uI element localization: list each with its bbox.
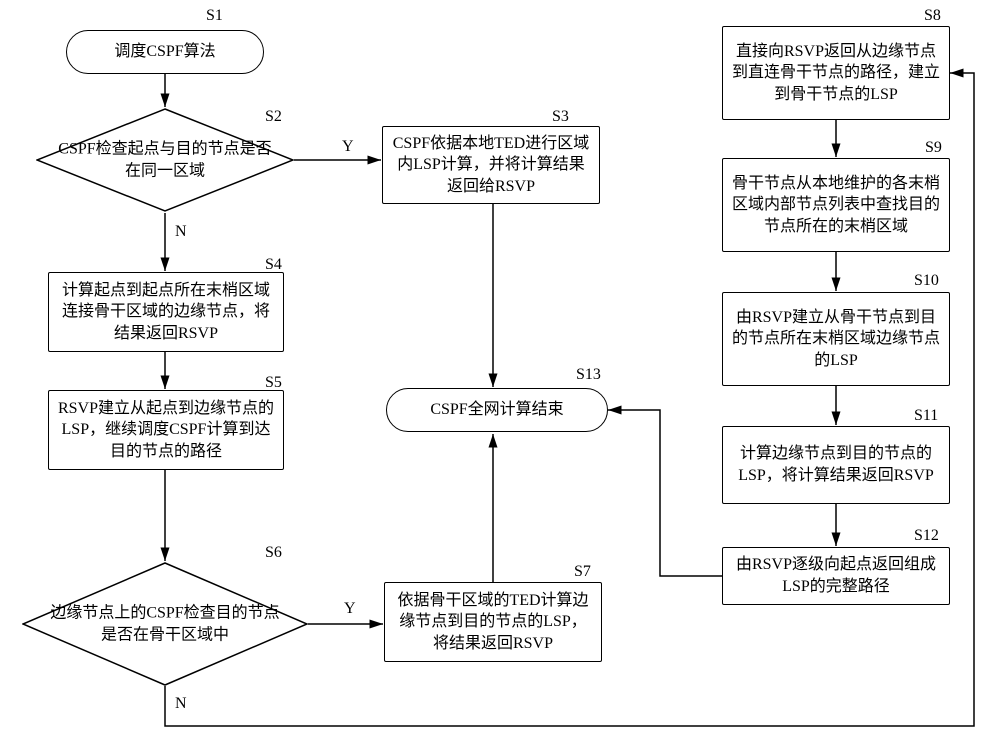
edge-s2-y: Y xyxy=(342,138,354,156)
node-s2-text: CSPF检查起点与目的节点是否在同一区域 xyxy=(55,138,274,181)
node-s4: 计算起点到起点所在末梢区域连接骨干区域的边缘节点，将结果返回RSVP xyxy=(48,272,284,352)
node-s6-text: 边缘节点上的CSPF检查目的节点是否在骨干区域中 xyxy=(43,602,286,645)
label-s12: S12 xyxy=(914,527,939,545)
node-s3: CSPF依据本地TED进行区域内LSP计算，并将计算结果返回给RSVP xyxy=(382,126,600,204)
node-s13-text: CSPF全网计算结束 xyxy=(430,399,563,421)
label-s3: S3 xyxy=(552,108,569,126)
node-s7: 依据骨干区域的TED计算边缘节点到目的节点的LSP，将结果返回RSVP xyxy=(384,582,602,662)
node-s11-text: 计算边缘节点到目的节点的LSP，将计算结果返回RSVP xyxy=(731,443,941,486)
label-s9: S9 xyxy=(925,139,942,157)
node-s13: CSPF全网计算结束 xyxy=(386,388,608,432)
edge-s6-y: Y xyxy=(344,600,356,618)
edge-s6-n: N xyxy=(175,695,187,713)
node-s8-text: 直接向RSVP返回从边缘节点到直连骨干节点的路径，建立到骨干节点的LSP xyxy=(731,41,941,106)
node-s10: 由RSVP建立从骨干节点到目的节点所在末梢区域边缘节点的LSP xyxy=(722,292,950,386)
node-s7-text: 依据骨干区域的TED计算边缘节点到目的节点的LSP，将结果返回RSVP xyxy=(393,590,593,655)
node-s12: 由RSVP逐级向起点返回组成LSP的完整路径 xyxy=(722,547,950,605)
node-s12-text: 由RSVP逐级向起点返回组成LSP的完整路径 xyxy=(731,554,941,597)
label-s13: S13 xyxy=(576,366,601,384)
label-s1: S1 xyxy=(206,7,223,25)
label-s11: S11 xyxy=(914,407,938,425)
node-s5-text: RSVP建立从起点到边缘节点的LSP，继续调度CSPF计算到达目的节点的路径 xyxy=(57,398,275,463)
label-s7: S7 xyxy=(574,563,591,581)
node-s5: RSVP建立从起点到边缘节点的LSP，继续调度CSPF计算到达目的节点的路径 xyxy=(48,390,284,470)
node-s8: 直接向RSVP返回从边缘节点到直连骨干节点的路径，建立到骨干节点的LSP xyxy=(722,26,950,120)
node-s9-text: 骨干节点从本地维护的各末梢区域内部节点列表中查找目的节点所在的末梢区域 xyxy=(731,173,941,238)
node-s4-text: 计算起点到起点所在末梢区域连接骨干区域的边缘节点，将结果返回RSVP xyxy=(57,280,275,345)
node-s9: 骨干节点从本地维护的各末梢区域内部节点列表中查找目的节点所在的末梢区域 xyxy=(722,158,950,252)
node-s1-text: 调度CSPF算法 xyxy=(114,41,215,63)
node-s2: CSPF检查起点与目的节点是否在同一区域 xyxy=(36,108,294,212)
node-s11: 计算边缘节点到目的节点的LSP，将计算结果返回RSVP xyxy=(722,426,950,504)
edge-s2-n: N xyxy=(175,223,187,241)
node-s1: 调度CSPF算法 xyxy=(66,30,264,74)
node-s6: 边缘节点上的CSPF检查目的节点是否在骨干区域中 xyxy=(22,562,308,686)
label-s6: S6 xyxy=(265,544,282,562)
label-s8: S8 xyxy=(924,7,941,25)
label-s10: S10 xyxy=(914,272,939,290)
node-s3-text: CSPF依据本地TED进行区域内LSP计算，并将计算结果返回给RSVP xyxy=(391,133,591,198)
node-s10-text: 由RSVP建立从骨干节点到目的节点所在末梢区域边缘节点的LSP xyxy=(731,307,941,372)
